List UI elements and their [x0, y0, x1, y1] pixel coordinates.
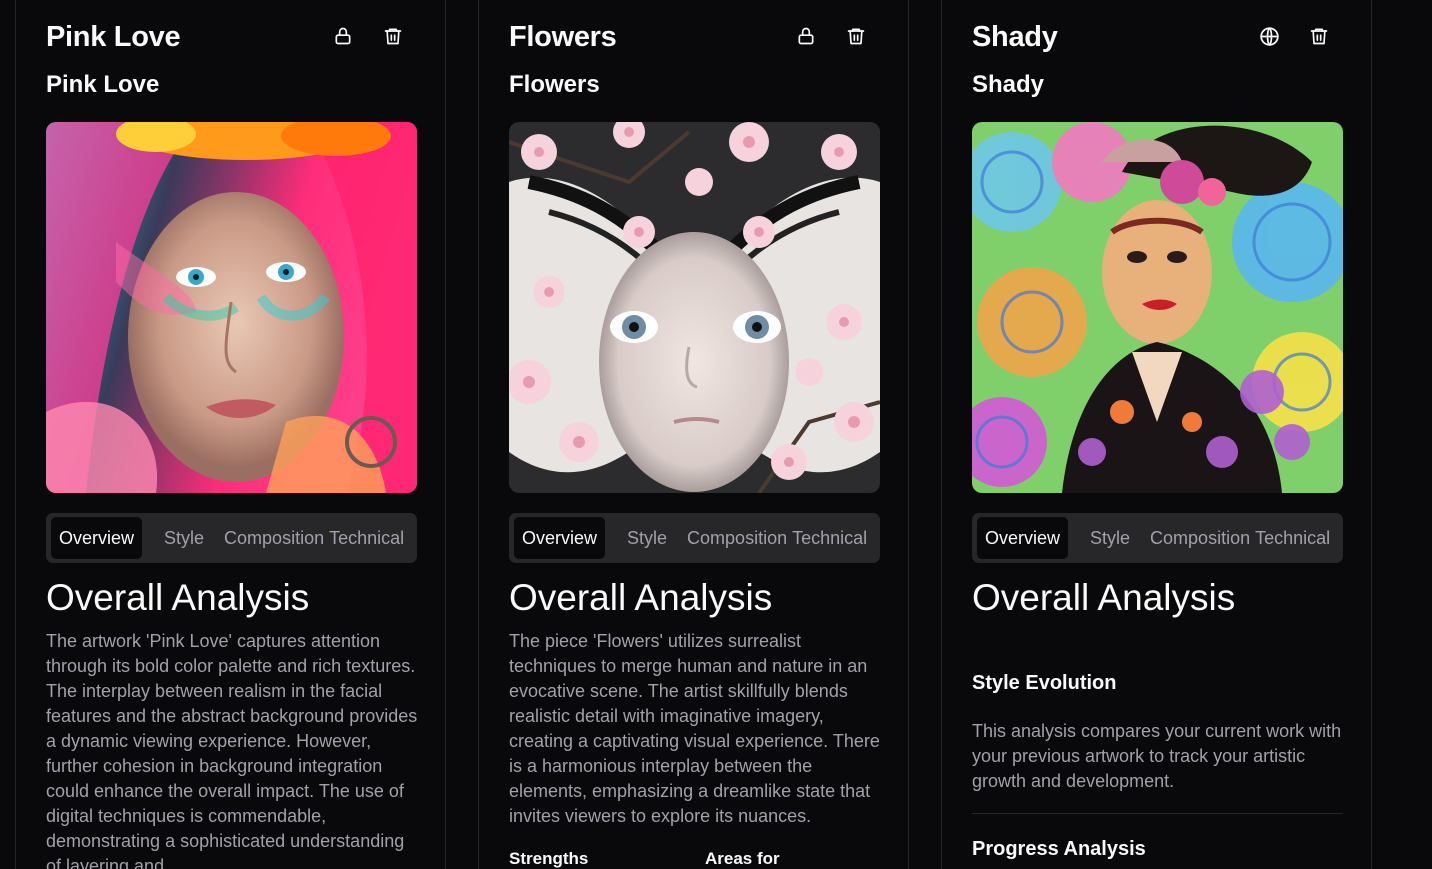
tab-style[interactable]: Style: [156, 517, 216, 559]
tab-composition[interactable]: Composition: [1142, 517, 1250, 559]
artwork-card-pink-love: Pink Love Pink Love Overview Style Compo…: [15, 0, 446, 869]
strengths-heading: Strengths: [509, 849, 589, 868]
trash-icon[interactable]: [844, 24, 868, 48]
trash-icon[interactable]: [381, 24, 405, 48]
lock-icon[interactable]: [331, 24, 355, 48]
style-evolution-text: This analysis compares your current work…: [972, 721, 1342, 791]
artwork-image[interactable]: [972, 122, 1343, 493]
card-title: Shady: [972, 21, 1058, 53]
card-title: Flowers: [509, 21, 617, 53]
tab-style[interactable]: Style: [619, 517, 679, 559]
lock-icon[interactable]: [794, 24, 818, 48]
trash-icon[interactable]: [1307, 24, 1331, 48]
artwork-image[interactable]: [46, 122, 417, 493]
analysis-text: The artwork 'Pink Love' captures attenti…: [46, 631, 418, 869]
globe-icon[interactable]: [1257, 24, 1281, 48]
tab-overview[interactable]: Overview: [51, 517, 143, 559]
analysis-tabs: Overview Style Composition Technical: [46, 513, 417, 563]
section-heading: Overall Analysis: [46, 577, 310, 618]
analysis-tabs: Overview Style Composition Technical: [972, 513, 1343, 563]
artwork-card-shady: Shady Shady Overview Style Composition T…: [941, 0, 1372, 869]
section-heading: Overall Analysis: [972, 577, 1236, 618]
tab-technical[interactable]: Technical: [324, 517, 412, 559]
card-actions: [331, 24, 405, 48]
tab-composition[interactable]: Composition: [679, 517, 787, 559]
card-subtitle: Shady: [972, 71, 1045, 98]
areas-heading: Areas for: [705, 849, 780, 868]
tab-overview[interactable]: Overview: [514, 517, 606, 559]
analysis-tabs: Overview Style Composition Technical: [509, 513, 880, 563]
artwork-image[interactable]: [509, 122, 880, 493]
card-actions: [1257, 24, 1331, 48]
card-title: Pink Love: [46, 21, 181, 53]
card-subtitle: Flowers: [509, 71, 600, 98]
tab-technical[interactable]: Technical: [787, 517, 875, 559]
tab-technical[interactable]: Technical: [1250, 517, 1338, 559]
artwork-card-flowers: Flowers Flowers Overview Style Compositi…: [478, 0, 909, 869]
card-subtitle: Pink Love: [46, 71, 160, 98]
tab-composition[interactable]: Composition: [216, 517, 324, 559]
card-actions: [794, 24, 868, 48]
divider: [972, 813, 1343, 814]
section-heading: Overall Analysis: [509, 577, 773, 618]
style-evolution-heading: Style Evolution: [972, 672, 1117, 694]
analysis-text: The piece 'Flowers' utilizes surrealist …: [509, 631, 880, 826]
tab-overview[interactable]: Overview: [977, 517, 1069, 559]
progress-analysis-heading: Progress Analysis: [972, 838, 1146, 860]
tab-style[interactable]: Style: [1082, 517, 1142, 559]
